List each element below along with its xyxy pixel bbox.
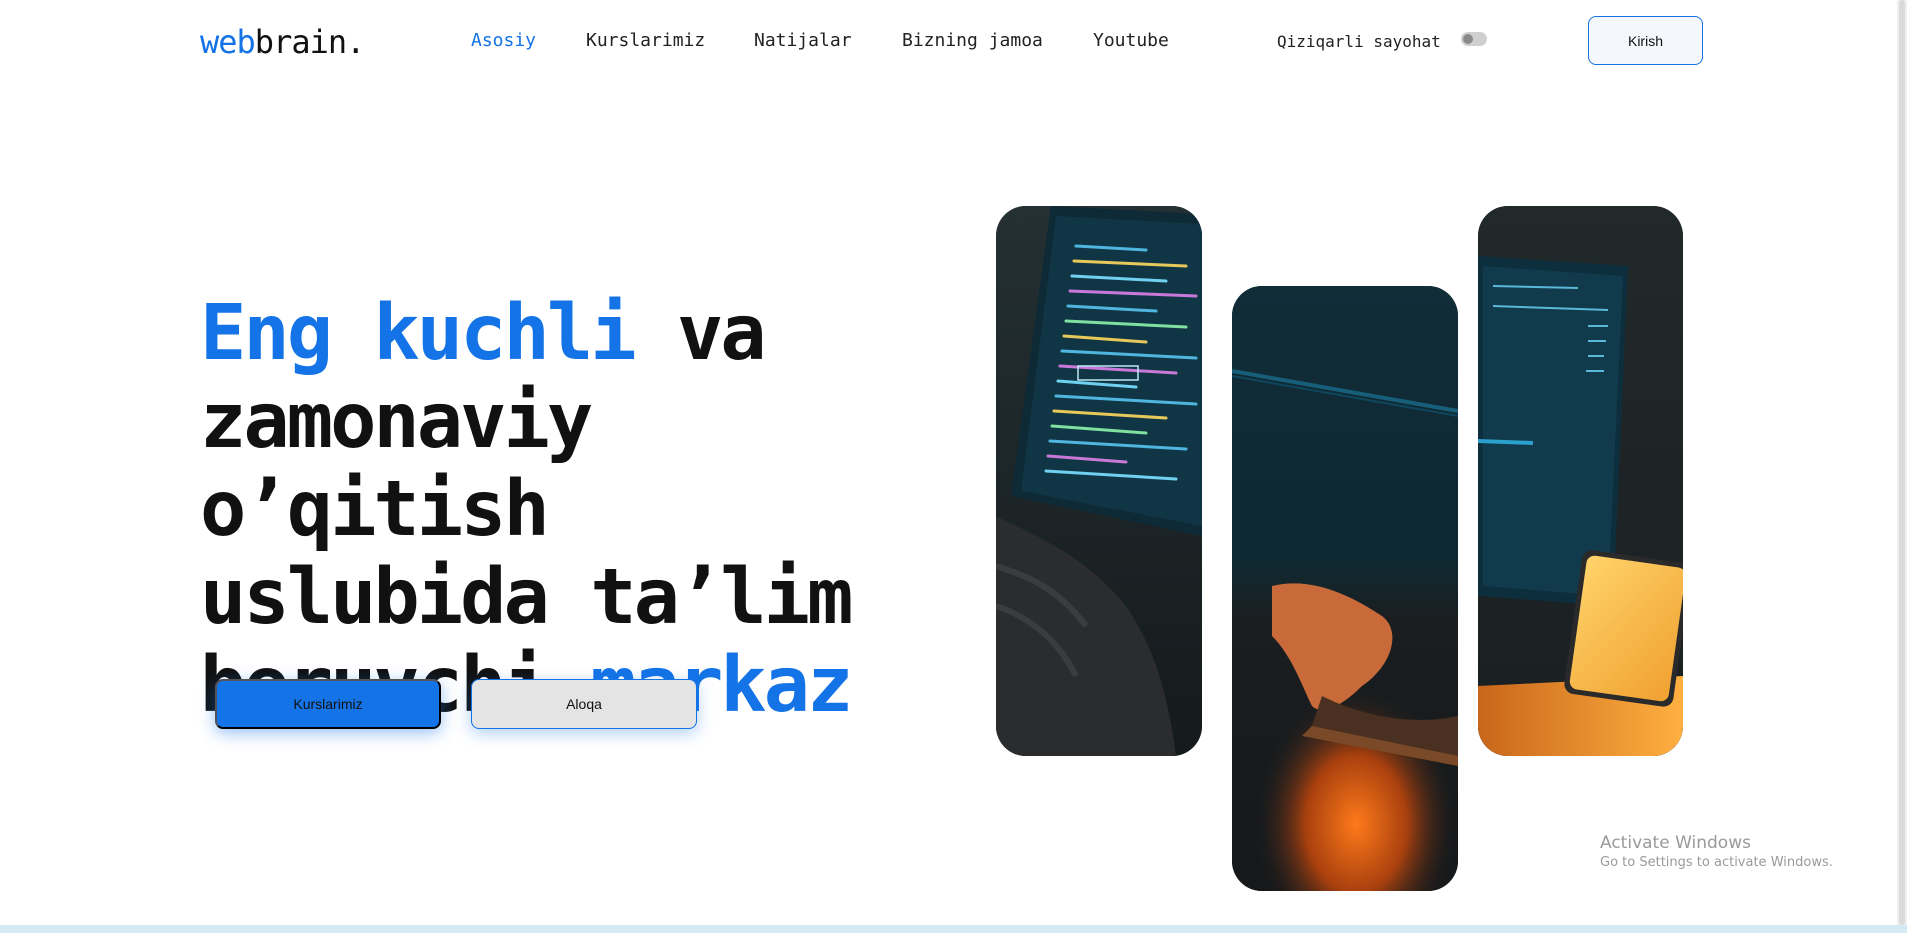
nav-item-natijalar[interactable]: Natijalar: [754, 30, 852, 52]
hero-title-part-2: zamonaviy o’qitish: [200, 377, 593, 554]
courses-button[interactable]: Kurslarimiz: [215, 679, 441, 729]
logo-web: web: [200, 23, 256, 61]
theme-toggle[interactable]: [1461, 32, 1487, 46]
watermark-title: Activate Windows: [1600, 833, 1751, 853]
logo[interactable]: webbrain.: [200, 22, 366, 62]
logo-brain: brain.: [254, 23, 366, 61]
toggle-label: Qiziqarli sayohat: [1277, 32, 1441, 51]
laptop-phone-photo: [1478, 206, 1683, 756]
toggle-knob: [1463, 34, 1473, 44]
contact-button[interactable]: Aloqa: [471, 679, 697, 729]
page-scrollbar[interactable]: [1897, 0, 1907, 925]
nav-item-bizning-jamoa[interactable]: Bizning jamoa: [902, 30, 1043, 52]
hero-title-part-1: va: [633, 289, 767, 378]
scrollbar-thumb[interactable]: [1899, 0, 1905, 925]
nav-item-kurslarimiz[interactable]: Kurslarimiz: [586, 30, 705, 52]
typing-hands-photo: [1232, 286, 1458, 891]
hero-title: Eng kuchli va zamonaviy o’qitish uslubid…: [200, 290, 980, 730]
hero-title-part-3: uslubida ta’lim: [200, 553, 853, 642]
laptop-code-photo: [996, 206, 1202, 756]
watermark-subtitle: Go to Settings to activate Windows.: [1600, 855, 1833, 870]
hero-title-highlight-1: Eng kuchli: [200, 289, 637, 378]
nav-item-asosiy[interactable]: Asosiy: [471, 30, 536, 52]
login-button[interactable]: Kirish: [1588, 16, 1703, 65]
windows-watermark: Activate Windows Go to Settings to activ…: [1600, 832, 1833, 872]
site-header: webbrain. Asosiy Kurslarimiz Natijalar B…: [0, 0, 1907, 82]
nav-item-youtube[interactable]: Youtube: [1093, 30, 1169, 52]
next-section-edge: [0, 925, 1907, 933]
